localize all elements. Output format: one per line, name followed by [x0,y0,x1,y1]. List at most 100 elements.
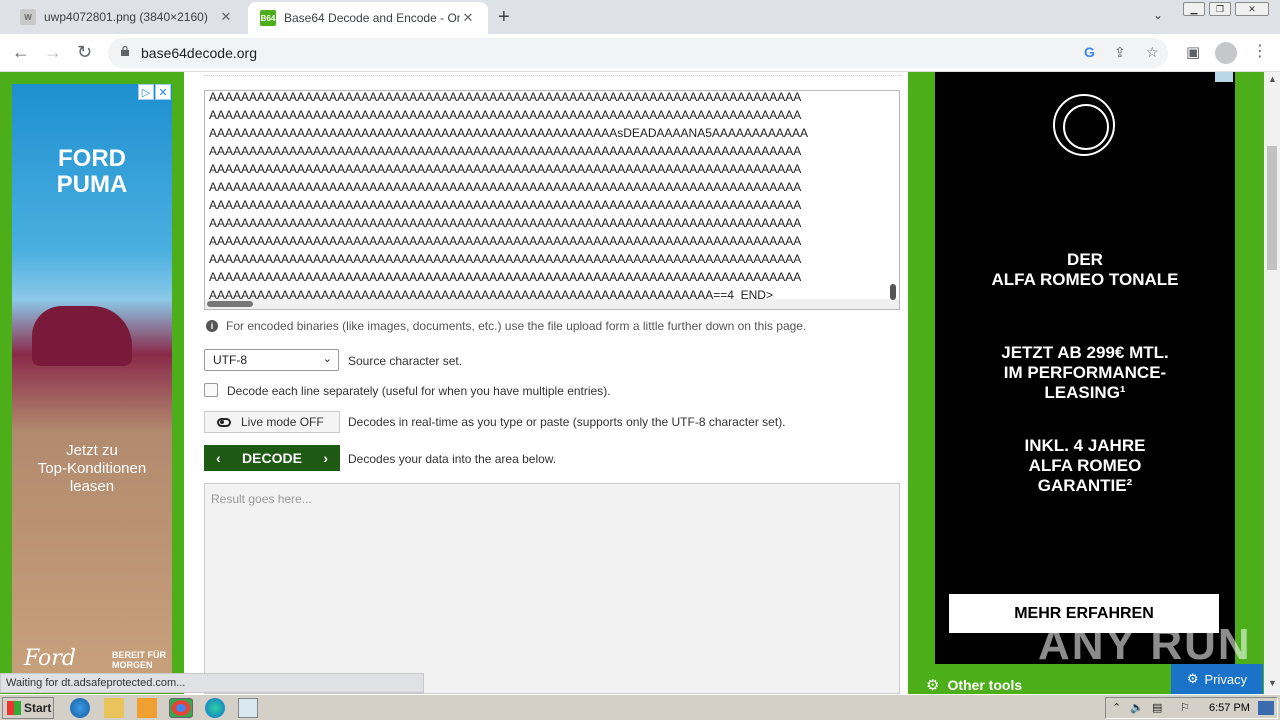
close-window-button[interactable]: ✕ [1235,2,1269,16]
decode-lines-label: Decode each line separately (useful for … [227,384,611,398]
reload-icon[interactable]: ↻ [77,42,92,63]
browser-toolbar: ← → ↻ base64decode.org G ⇪ ☆ ▣ ⋮ [0,34,1280,72]
live-mode-label: Live mode OFF [241,415,324,429]
alfa-romeo-ad[interactable]: DER ALFA ROMEO TONALE JETZT AB 299€ MTL.… [935,72,1235,664]
menu-kebab-icon[interactable]: ⋮ [1252,41,1268,61]
tab-image[interactable]: W uwp4072801.png (3840×2160) ✕ [8,0,246,34]
ad-title: FORD PUMA [56,145,128,198]
new-tab-button[interactable]: + [498,6,510,29]
info-text: For encoded binaries (like images, docum… [226,319,807,333]
profile-avatar[interactable] [1215,42,1237,64]
tab-search-chevron-icon[interactable]: ⌄ [1153,8,1163,22]
input-line: AAAAAAAAAAAAAAAAAAAAAAAAAAAAAAAAAAAAAAAA… [209,162,802,176]
chevron-left-icon: ‹ [216,450,221,466]
textarea-horizontal-scrollbar[interactable] [205,299,899,309]
side-panel-icon[interactable]: ▣ [1186,43,1200,61]
forward-arrow-icon[interactable]: → [44,42,62,63]
tray-arrow-icon[interactable]: ⌃ [1112,701,1121,714]
chevron-right-icon: › [323,450,328,466]
tab-strip: W uwp4072801.png (3840×2160) ✕ B64 Base6… [0,0,1280,34]
ford-ad[interactable]: ▷ ✕ FORD PUMA Jetzt zu Top-Konditionen l… [12,84,172,684]
page-viewport: ▷ ✕ FORD PUMA Jetzt zu Top-Konditionen l… [0,72,1264,694]
clock: 6:57 PM [1209,702,1250,714]
notepad-icon[interactable] [238,698,258,718]
privacy-button[interactable]: ⚙ Privacy [1171,664,1263,694]
ford-logo: Ford [24,646,76,671]
page-scrollbar[interactable]: ▲ ▼ [1264,72,1280,694]
info-note: i For encoded binaries (like images, doc… [206,319,806,333]
decode-label: DECODE [242,450,302,466]
input-line: AAAAAAAAAAAAAAAAAAAAAAAAAAAAAAAAAAAAAAAA… [209,126,808,140]
taskbar: Start ⌃ 🔈 ▤ ⚐ 6:57 PM [0,694,1280,720]
chrome-icon[interactable] [169,698,193,718]
start-label: Start [24,701,52,715]
address-bar[interactable]: base64decode.org G ⇪ ☆ [108,38,1168,68]
textarea-vertical-scroll-thumb[interactable] [890,284,896,300]
share-icon[interactable]: ⇪ [1114,44,1126,61]
input-textarea[interactable]: AAAAAAAAAAAAAAAAAAAAAAAAAAAAAAAAAAAAAAAA… [204,90,900,310]
chevron-down-icon: ⌄ [322,353,332,365]
show-desktop-icon[interactable] [1258,701,1274,715]
charset-label: Source character set. [348,354,463,368]
divider [204,75,900,76]
url-text: base64decode.org [141,45,257,61]
adchoices-icon[interactable]: ▷ [138,84,154,100]
input-line: AAAAAAAAAAAAAAAAAAAAAAAAAAAAAAAAAAAAAAAA… [209,180,802,194]
network-icon[interactable]: ▤ [1152,701,1162,714]
tab-title: Base64 Decode and Encode - Online [284,11,460,25]
result-textarea[interactable]: Result goes here... [204,483,900,694]
input-line: AAAAAAAAAAAAAAAAAAAAAAAAAAAAAAAAAAAAAAAA… [209,144,802,158]
input-line: AAAAAAAAAAAAAAAAAAAAAAAAAAAAAAAAAAAAAAAA… [209,108,802,122]
ad-warranty: INKL. 4 JAHRE ALFA ROMEO GARANTIE² [1024,436,1146,495]
minimize-button[interactable]: ▁ [1183,2,1205,16]
decode-lines-checkbox[interactable] [204,383,218,397]
ad-claim: BEREIT FÜR MORGEN [112,650,166,670]
info-icon: i [206,320,218,332]
ie-icon[interactable] [70,698,90,718]
tab-title: uwp4072801.png (3840×2160) [44,10,208,24]
windows-logo-icon [7,701,21,715]
system-tray: ⌃ 🔈 ▤ ⚐ [1105,697,1278,719]
bookmark-star-icon[interactable]: ☆ [1146,44,1159,61]
scroll-thumb[interactable] [207,301,253,307]
decode-desc: Decodes your data into the area below. [348,452,557,466]
back-arrow-icon[interactable]: ← [12,42,30,63]
adchoices-icon[interactable] [1215,72,1233,82]
ad-promo-text: Jetzt zu Top-Konditionen leasen [37,442,147,495]
start-button[interactable]: Start [2,697,54,719]
ad-close-icon[interactable]: ✕ [155,84,171,100]
edge-icon[interactable] [205,698,225,718]
input-line: AAAAAAAAAAAAAAAAAAAAAAAAAAAAAAAAAAAAAAAA… [209,234,802,248]
input-text: AAAAAAAAAAAAAAAAAAAAAAAAAAAAAAAAAAAAAAAA… [209,90,808,309]
scroll-thumb[interactable] [1267,146,1277,270]
live-mode-desc: Decodes in real-time as you type or past… [348,415,786,429]
decoder-panel: AAAAAAAAAAAAAAAAAAAAAAAAAAAAAAAAAAAAAAAA… [184,72,908,694]
lock-icon [121,46,129,56]
gear-icon: ⚙ [1186,671,1199,686]
media-player-icon[interactable] [137,698,157,718]
ad-headline: DER ALFA ROMEO TONALE [991,250,1179,289]
input-line: AAAAAAAAAAAAAAAAAAAAAAAAAAAAAAAAAAAAAAAA… [209,270,802,284]
gear-icon: ⚙ [926,677,940,694]
scroll-up-icon[interactable]: ▲ [1268,74,1277,84]
decode-button[interactable]: ‹ DECODE › [204,445,340,471]
other-tools-link[interactable]: ⚙ Other tools [926,676,1022,694]
tab-base64[interactable]: B64 Base64 Decode and Encode - Online ✕ [248,2,488,34]
input-line: AAAAAAAAAAAAAAAAAAAAAAAAAAAAAAAAAAAAAAAA… [209,216,802,230]
other-tools-label: Other tools [947,677,1023,693]
charset-value: UTF-8 [213,353,247,367]
toggle-icon [217,417,231,427]
flag-icon[interactable]: ⚐ [1180,701,1190,714]
scroll-down-icon[interactable]: ▼ [1268,678,1277,688]
ad-offer: JETZT AB 299€ MTL. IM PERFORMANCE- LEASI… [1001,343,1169,402]
live-mode-toggle[interactable]: Live mode OFF [204,411,340,433]
result-placeholder: Result goes here... [211,492,312,506]
folder-icon[interactable] [104,698,124,718]
close-tab-icon[interactable]: ✕ [460,10,476,26]
input-line: AAAAAAAAAAAAAAAAAAAAAAAAAAAAAAAAAAAAAAAA… [209,90,802,104]
google-icon[interactable]: G [1084,44,1095,60]
close-tab-icon[interactable]: ✕ [218,9,234,25]
restore-button[interactable]: ❐ [1209,2,1231,16]
charset-select[interactable]: UTF-8 ⌄ [204,349,339,371]
volume-icon[interactable]: 🔈 [1130,701,1144,714]
